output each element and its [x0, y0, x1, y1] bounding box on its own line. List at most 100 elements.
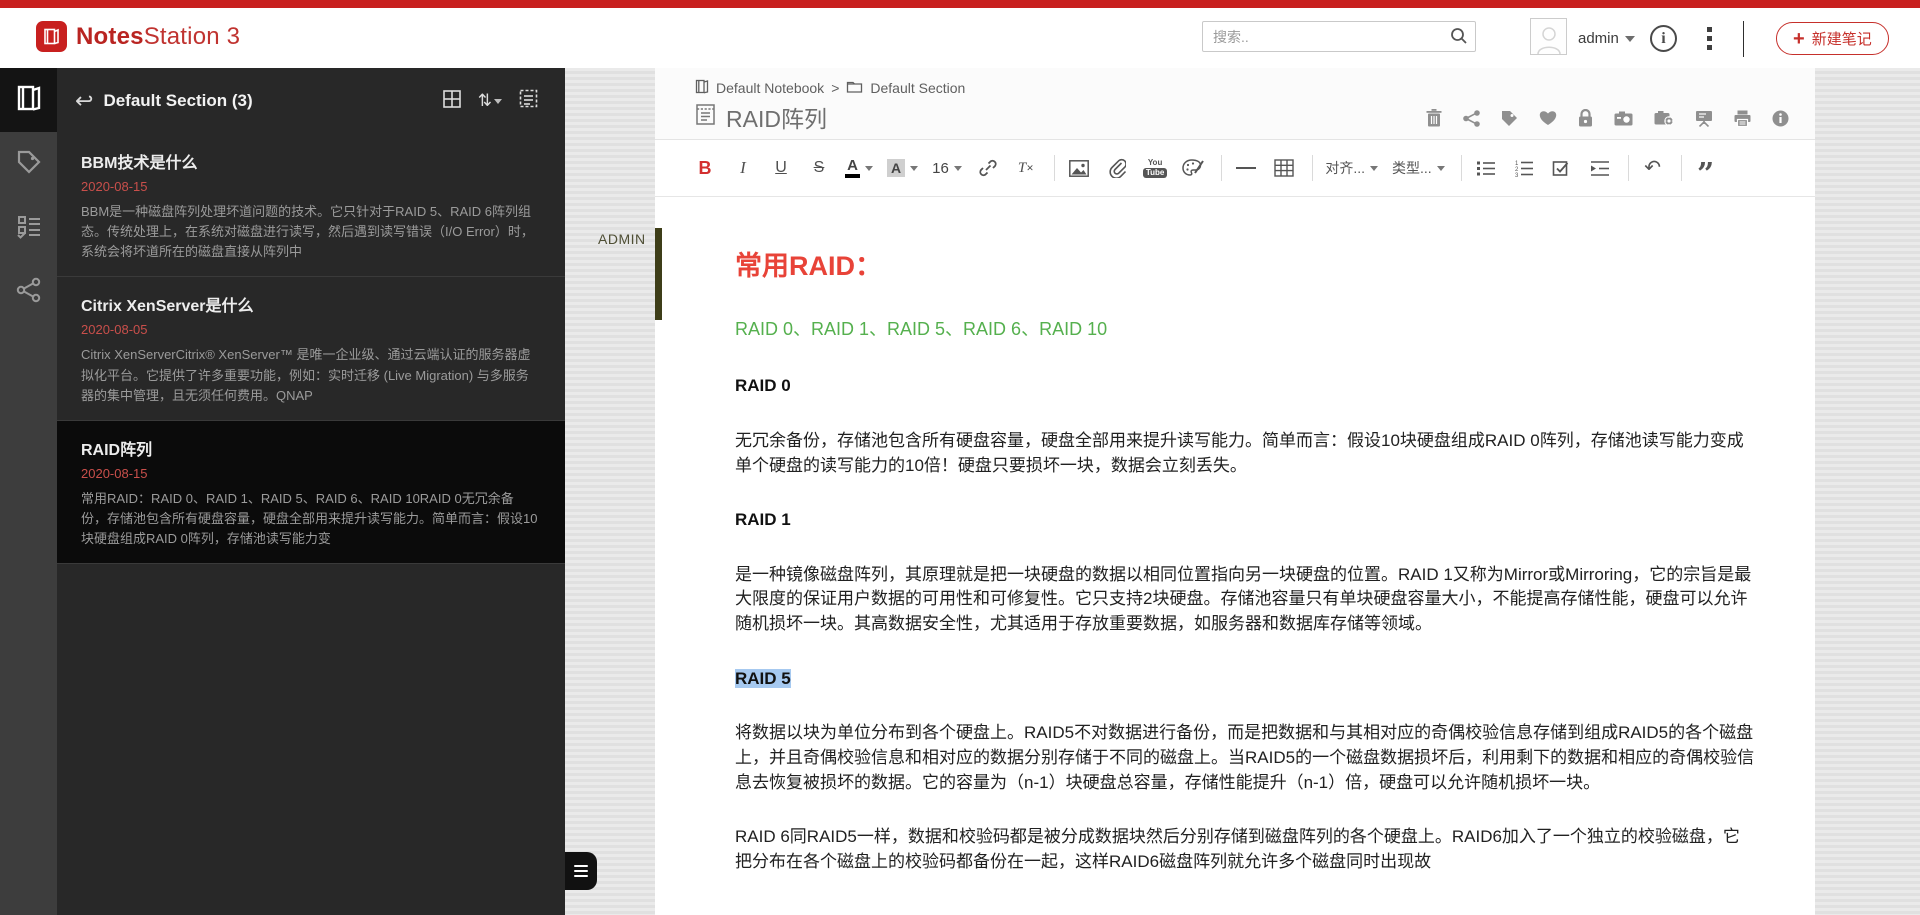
horizontal-rule-icon [1236, 167, 1256, 169]
blockquote-button[interactable]: ” [1694, 153, 1718, 183]
note-card-citrix[interactable]: Citrix XenServer是什么 2020-08-05 Citrix Xe… [57, 277, 565, 420]
note-title-text[interactable]: RAID阵列 [726, 100, 827, 134]
link-button[interactable] [976, 153, 1000, 183]
snapshot-settings-icon[interactable] [1654, 110, 1674, 126]
user-menu-caret-icon[interactable] [1625, 36, 1635, 42]
font-size-select[interactable]: 16 [932, 153, 962, 183]
underline-button[interactable]: U [769, 153, 793, 183]
toolbar-divider [1221, 155, 1222, 181]
tag-icon[interactable] [1501, 110, 1518, 127]
editor-panel: Default Notebook > Default Section RAID阵… [655, 68, 1815, 915]
checklist-button[interactable] [1550, 153, 1574, 183]
italic-button[interactable]: I [731, 153, 755, 183]
font-size-caret-icon [954, 166, 962, 171]
note-title: RAID阵列 [81, 436, 539, 460]
insert-image-button[interactable] [1067, 153, 1091, 183]
highlight-color-button[interactable]: A [887, 153, 918, 183]
note-preview: 常用RAID：RAID 0、RAID 1、RAID 5、RAID 6、RAID … [81, 489, 539, 549]
info-icon[interactable]: i [1650, 25, 1677, 52]
bold-button[interactable]: B [693, 153, 717, 183]
note-preview: BBM是一种磁盘阵列处理坏道问题的技术。它只针对于RAID 5、RAID 6阵列… [81, 202, 539, 262]
toolbar-divider [1461, 155, 1462, 181]
toolbar-divider [1312, 155, 1313, 181]
notes-station-logo-icon [36, 21, 67, 52]
section-body-raid5: 将数据以块为单位分布到各个硬盘上。RAID5不对数据进行备份，而是把数据和与其相… [735, 721, 1755, 795]
note-preview: Citrix XenServerCitrix® XenServer™ 是唯一企业… [81, 345, 539, 405]
new-note-list-icon[interactable] [518, 88, 539, 114]
notes-panel-tools: ⇅ [442, 88, 539, 114]
clear-format-button[interactable]: T✕ [1014, 153, 1038, 183]
left-rail [0, 68, 57, 915]
breadcrumb-notebook[interactable]: Default Notebook [716, 80, 824, 96]
insert-table-button[interactable] [1272, 153, 1296, 183]
section-body-raid0: 无冗余备份，存储池包含所有硬盘容量，硬盘全部用来提升读写能力。简单而言：假设10… [735, 429, 1755, 478]
workspace: ↩ Default Section (3) ⇅ BBM技术是什么 2020-08… [0, 68, 1920, 915]
sort-icon[interactable]: ⇅ [478, 91, 502, 111]
breadcrumb-separator: > [831, 80, 839, 96]
toolbar-divider [1054, 155, 1055, 181]
section-heading-raid1: RAID 1 [735, 508, 1755, 533]
content-raid-list: RAID 0、RAID 1、RAID 5、RAID 6、RAID 10 [735, 316, 1755, 342]
collaborator-cursor-bar [655, 228, 662, 320]
undo-button[interactable]: ↶ [1641, 153, 1665, 183]
font-color-caret-icon [865, 166, 873, 171]
more-options-icon[interactable] [1707, 27, 1712, 54]
note-content[interactable]: 常用RAID： RAID 0、RAID 1、RAID 5、RAID 6、RAID… [655, 197, 1815, 915]
delete-icon[interactable] [1426, 109, 1442, 127]
panel-collapse-handle[interactable] [565, 852, 597, 890]
favorite-icon[interactable] [1539, 110, 1557, 126]
note-date: 2020-08-15 [81, 466, 539, 481]
presentation-icon[interactable] [1695, 110, 1713, 127]
rail-item-notebooks[interactable] [0, 68, 57, 132]
grid-view-icon[interactable] [442, 89, 462, 114]
notes-panel: ↩ Default Section (3) ⇅ BBM技术是什么 2020-08… [57, 68, 565, 915]
indent-button[interactable] [1588, 153, 1612, 183]
note-card-bbm[interactable]: BBM技术是什么 2020-08-15 BBM是一种磁盘阵列处理坏道问题的技术。… [57, 134, 565, 277]
breadcrumb-section[interactable]: Default Section [870, 80, 965, 96]
section-body-raid6: RAID 6同RAID5一样，数据和校验码都是被分成数据块然后分别存储到磁盘阵列… [735, 825, 1755, 874]
notebook-icon [15, 84, 43, 117]
app-title: NotesStation 3 [76, 23, 240, 51]
content-heading: 常用RAID： [735, 247, 1755, 286]
avatar[interactable] [1530, 18, 1567, 55]
youtube-button[interactable]: YouTube [1143, 153, 1168, 183]
numbered-list-button[interactable]: 123 [1512, 153, 1536, 183]
rail-item-todo[interactable] [0, 196, 57, 260]
section-heading-raid5: RAID 5 [735, 667, 1755, 692]
section-body-raid1: 是一种镜像磁盘阵列，其原理就是把一块硬盘的数据以相同位置指向另一块硬盘的位置。R… [735, 563, 1755, 637]
toolbar-divider [1628, 155, 1629, 181]
notebook-breadcrumb-icon [695, 79, 709, 97]
type-dropdown[interactable]: 类型... [1392, 153, 1445, 183]
share-icon[interactable] [1463, 110, 1480, 127]
font-color-button[interactable]: A [845, 153, 873, 183]
plus-icon: + [1793, 29, 1805, 49]
note-info-icon[interactable] [1772, 110, 1789, 127]
search-input[interactable] [1202, 21, 1476, 52]
new-note-button[interactable]: + 新建笔记 [1776, 22, 1889, 55]
section-heading-raid0: RAID 0 [735, 374, 1755, 399]
rail-item-tags[interactable] [0, 132, 57, 196]
note-title: Citrix XenServer是什么 [81, 292, 539, 316]
search-icon[interactable] [1450, 27, 1468, 50]
note-actions [1426, 109, 1789, 127]
bullet-list-button[interactable] [1474, 153, 1498, 183]
topbar: NotesStation 3 admin i + 新建笔记 [0, 8, 1920, 68]
print-icon[interactable] [1734, 110, 1751, 127]
note-title: BBM技术是什么 [81, 149, 539, 173]
rail-item-shared[interactable] [0, 260, 57, 324]
doodle-button[interactable] [1181, 153, 1205, 183]
attach-file-button[interactable] [1105, 153, 1129, 183]
collaborator-label: ADMIN [598, 231, 646, 247]
lock-icon[interactable] [1578, 109, 1593, 127]
sort-caret-icon [494, 99, 502, 104]
selected-text: RAID 5 [735, 669, 791, 688]
back-icon[interactable]: ↩ [75, 90, 93, 112]
snapshot-icon[interactable] [1614, 111, 1633, 126]
toolbar-divider [1681, 155, 1682, 181]
section-breadcrumb-icon [846, 80, 863, 97]
strikethrough-button[interactable]: S [807, 153, 831, 183]
note-card-raid-selected[interactable]: RAID阵列 2020-08-15 常用RAID：RAID 0、RAID 1、R… [57, 421, 565, 564]
horizontal-rule-button[interactable] [1234, 153, 1258, 183]
username-label[interactable]: admin [1578, 8, 1619, 68]
align-dropdown[interactable]: 对齐... [1325, 153, 1378, 183]
